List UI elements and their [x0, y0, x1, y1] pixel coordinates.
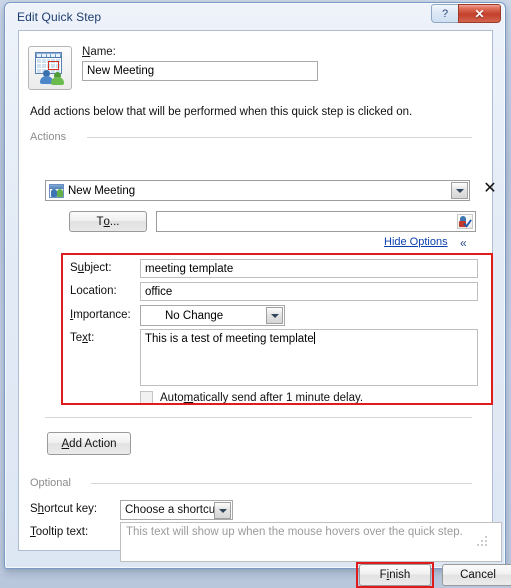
- chevron-down-icon[interactable]: [214, 502, 231, 519]
- action-type-value: New Meeting: [68, 185, 135, 197]
- shortcut-key-combobox[interactable]: Choose a shortcut: [120, 500, 233, 520]
- quick-step-name-row: Name:: [28, 46, 318, 90]
- location-input[interactable]: [140, 282, 478, 301]
- remove-action-icon[interactable]: ✕: [482, 181, 498, 199]
- new-meeting-mini-icon: [49, 184, 64, 198]
- subject-input[interactable]: [140, 259, 478, 278]
- subject-label: Subject:: [70, 262, 112, 274]
- importance-label: Importance:: [70, 309, 131, 321]
- window-controls: ? ✕: [431, 4, 501, 23]
- checkmark-glyph: [463, 219, 472, 228]
- actions-group-label: Actions: [30, 131, 66, 143]
- text-textarea[interactable]: This is a test of meeting template: [140, 329, 478, 386]
- importance-combobox[interactable]: No Change: [140, 305, 285, 326]
- auto-send-row[interactable]: Automatically send after 1 minute delay.: [140, 391, 363, 404]
- text-value: This is a test of meeting template: [145, 333, 314, 345]
- help-button[interactable]: ?: [431, 4, 459, 23]
- text-caret: [314, 332, 315, 344]
- actions-bottom-rule: [45, 417, 472, 418]
- add-action-button[interactable]: Add Action: [47, 432, 131, 455]
- title-bar[interactable]: Edit Quick Step ? ✕: [5, 3, 505, 29]
- shortcut-key-value: Choose a shortcut: [121, 504, 218, 516]
- cancel-button[interactable]: Cancel: [442, 564, 511, 586]
- name-input[interactable]: [82, 61, 318, 81]
- dialog-client-area: Name: Add actions below that will be per…: [18, 30, 493, 551]
- auto-send-label: Automatically send after 1 minute delay.: [160, 392, 363, 404]
- location-label: Location:: [70, 285, 117, 297]
- name-label: Name:: [82, 46, 318, 58]
- to-recipients-field[interactable]: [156, 211, 476, 232]
- window-title: Edit Quick Step: [17, 10, 101, 24]
- hide-options-link[interactable]: Hide Options: [384, 236, 448, 248]
- tooltip-text-label: Tooltip text:: [30, 526, 88, 538]
- person-green-glyph: [51, 72, 64, 85]
- optional-group-rule: [91, 483, 472, 484]
- importance-value: No Change: [141, 310, 223, 322]
- to-button[interactable]: To...: [69, 211, 147, 232]
- optional-group-label: Optional: [30, 477, 71, 489]
- dialog-description: Add actions below that will be performed…: [30, 106, 412, 118]
- action-type-combobox[interactable]: New Meeting: [45, 180, 470, 201]
- chevron-down-icon[interactable]: [266, 307, 283, 324]
- edit-quick-step-dialog: Edit Quick Step ? ✕: [4, 2, 506, 569]
- chevron-up-icon[interactable]: «: [460, 236, 467, 250]
- tooltip-text-input[interactable]: This text will show up when the mouse ho…: [120, 522, 502, 562]
- close-button[interactable]: ✕: [458, 4, 501, 23]
- finish-button[interactable]: Finish: [359, 564, 431, 586]
- name-field-group: Name:: [82, 46, 318, 81]
- text-label: Text:: [70, 332, 94, 344]
- new-meeting-calendar-people-icon: [28, 46, 72, 90]
- resize-grip-icon[interactable]: [476, 535, 488, 547]
- check-names-icon[interactable]: [457, 214, 473, 229]
- shortcut-key-label: Shortcut key:: [30, 503, 97, 515]
- auto-send-checkbox[interactable]: [140, 391, 153, 404]
- calendar-selection-glyph: [48, 61, 59, 70]
- actions-group-rule: [87, 137, 472, 138]
- chevron-down-icon[interactable]: [451, 182, 468, 199]
